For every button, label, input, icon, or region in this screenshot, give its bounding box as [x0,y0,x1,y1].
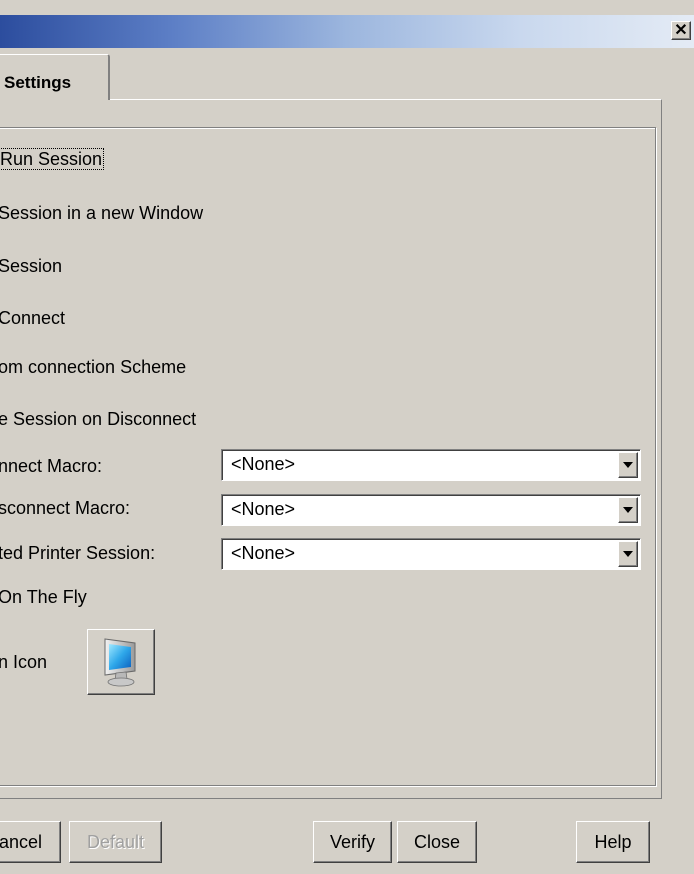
option-session-new-window[interactable]: Session in a new Window [0,203,203,224]
tab-settings[interactable]: Settings [0,54,110,100]
disconnect-macro-value: <None> [231,499,296,519]
session-icon-label: n Icon [0,652,48,672]
chevron-down-icon[interactable] [618,452,638,478]
title-bar [0,15,694,48]
help-button[interactable]: Help [576,821,650,863]
close-icon: ✕ [674,21,688,39]
option-run-session[interactable]: Run Session [0,148,105,170]
monitor-icon [104,638,136,687]
chevron-down-icon[interactable] [618,541,638,567]
option-connect[interactable]: Connect [0,308,65,329]
connect-macro-select[interactable]: <None> [221,449,641,481]
connect-macro-value: <None> [231,454,296,474]
printer-session-value: <None> [231,543,296,563]
cancel-button[interactable]: ancel [0,821,61,863]
default-button[interactable]: Default [69,821,162,863]
verify-button[interactable]: Verify [313,821,392,863]
tab-settings-label: Settings [4,73,72,92]
printer-session-label: ted Printer Session: [0,543,156,563]
printer-session-select[interactable]: <None> [221,538,641,570]
close-button[interactable]: Close [397,821,477,863]
option-run-session-label: Run Session [0,148,105,170]
option-on-the-fly[interactable]: On The Fly [0,587,87,608]
disconnect-macro-select[interactable]: <None> [221,494,641,526]
chevron-down-icon[interactable] [618,497,638,523]
option-custom-connection-scheme[interactable]: om connection Scheme [0,357,186,378]
disconnect-macro-label: sconnect Macro: [0,498,131,518]
option-session[interactable]: Session [0,256,62,277]
option-session-on-disconnect[interactable]: e Session on Disconnect [0,409,196,430]
session-icon-button[interactable] [87,629,155,695]
connect-macro-label: nnect Macro: [0,456,103,476]
window-close-button[interactable]: ✕ [671,21,691,40]
